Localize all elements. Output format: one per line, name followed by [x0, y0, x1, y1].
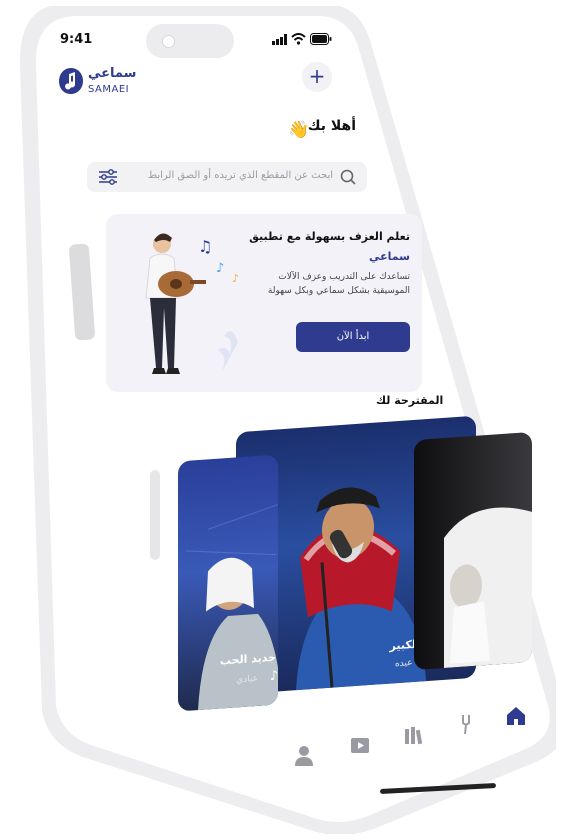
svg-text:♪: ♪	[216, 261, 224, 276]
artist-photo	[185, 504, 278, 711]
wifi-icon	[291, 33, 306, 45]
start-now-button[interactable]: ابدأ الآن	[296, 322, 410, 352]
library-icon[interactable]	[402, 724, 426, 748]
filter-icon[interactable]	[97, 168, 119, 186]
search-icon	[340, 169, 356, 185]
search-bar[interactable]: ابحث عن المقطع الذي تريده أو الصق الرابط	[87, 162, 367, 192]
song-card[interactable]	[414, 431, 532, 671]
add-button[interactable]: +	[302, 62, 332, 92]
battery-icon	[310, 33, 332, 45]
side-button	[150, 470, 160, 560]
music-note-icon: ♪	[269, 668, 278, 685]
card-artist: عبادي	[236, 673, 258, 686]
svg-text:♪: ♪	[232, 272, 239, 285]
video-icon[interactable]	[348, 734, 372, 758]
greeting-text: أهلا بك	[307, 118, 356, 134]
artist-photo	[444, 507, 532, 669]
signal-icon	[272, 34, 287, 45]
camera-icon	[162, 35, 175, 48]
banner-description: تساعدك على التدريب وعزف الآلات الموسيقية…	[267, 272, 410, 296]
section-heading-suggested: المقترحة لك	[376, 394, 444, 407]
logo-arabic: سماعي	[88, 66, 137, 81]
musician-illustration-icon: ♫ ♪ ♪	[145, 233, 239, 374]
wave-emoji-icon: 👋	[288, 120, 310, 140]
status-time: 9:41	[60, 32, 93, 47]
promo-banner: ♫ ♪ ♪ تعلم العزف بسهولة مع تطبيق سماعي ت…	[106, 214, 422, 392]
dynamic-island	[146, 24, 234, 58]
banner-brand: سماعي	[369, 250, 410, 263]
tuning-fork-icon[interactable]	[454, 712, 478, 736]
app-screenshot: 9:41 سماعي SAMAEI + أهلا بك 👋 ابحث عن ال…	[0, 0, 568, 840]
song-card[interactable]: جديد الحب عبادي ♪	[178, 454, 278, 712]
logo-english: SAMAEI	[88, 84, 130, 95]
home-icon[interactable]	[504, 704, 528, 728]
profile-icon[interactable]	[292, 744, 316, 768]
banner-title: تعلم العزف بسهولة مع تطبيق	[249, 230, 410, 243]
app-logo: سماعي SAMAEI	[56, 64, 146, 102]
music-note-logo-icon	[59, 68, 83, 94]
bottom-tab-bar	[268, 690, 538, 770]
search-placeholder: ابحث عن المقطع الذي تريده أو الصق الرابط	[147, 170, 333, 181]
svg-text:♫: ♫	[198, 237, 212, 256]
